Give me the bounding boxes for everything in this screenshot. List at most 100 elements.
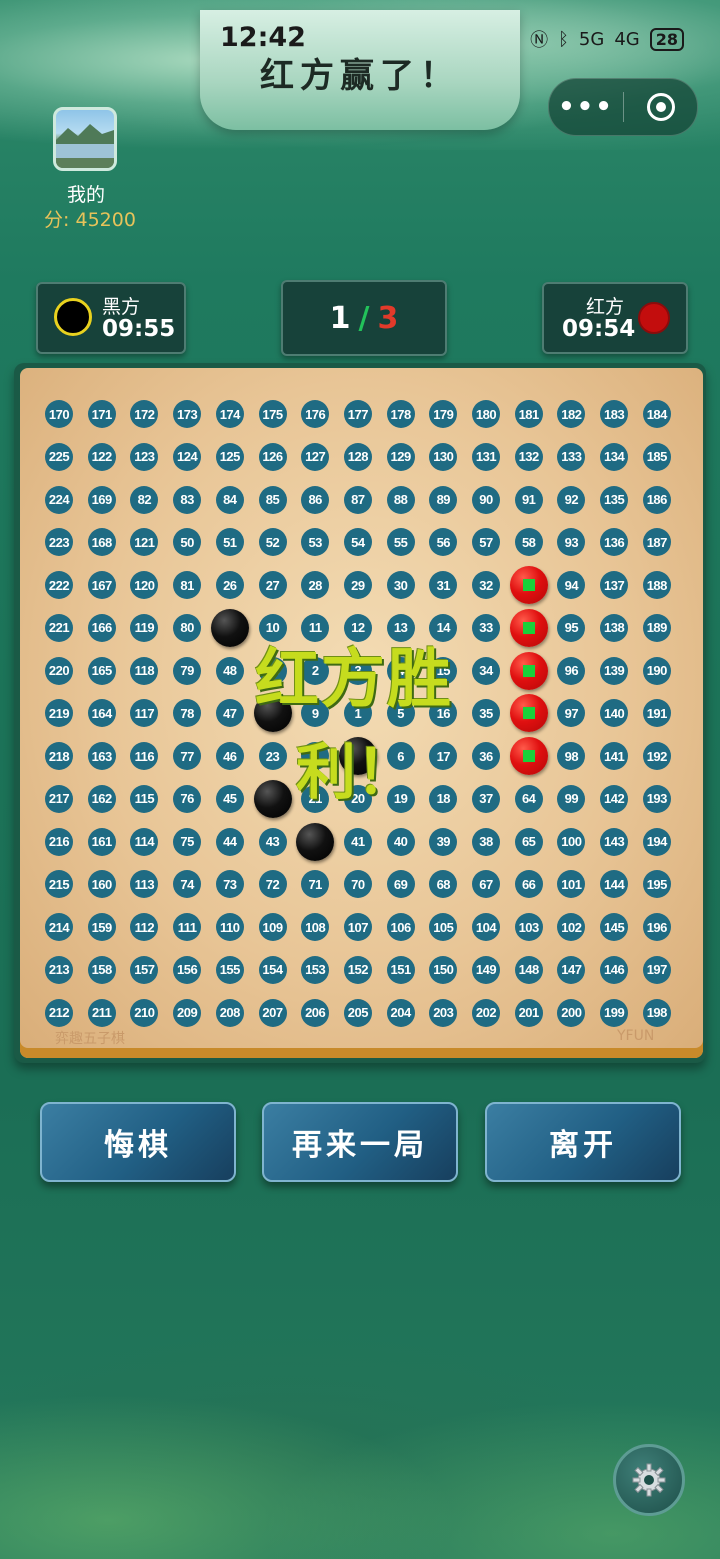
board-intersection[interactable]: 218 (45, 742, 73, 770)
board-intersection[interactable]: 169 (87, 485, 116, 514)
board-intersection[interactable]: 222 (45, 571, 73, 599)
board-intersection[interactable]: 33 (472, 613, 500, 642)
board-intersection[interactable]: 54 (343, 528, 372, 557)
board-intersection[interactable]: 114 (130, 827, 159, 856)
board-intersection[interactable]: 167 (87, 571, 116, 599)
board-intersection[interactable]: 43 (258, 827, 287, 856)
board-intersection[interactable]: 30 (386, 571, 415, 599)
board-intersection[interactable]: 211 (87, 998, 116, 1027)
board-intersection[interactable]: 29 (343, 571, 372, 599)
board-intersection[interactable]: 77 (173, 742, 202, 770)
board-intersection[interactable]: 37 (472, 784, 500, 813)
board-intersection[interactable]: 195 (642, 870, 671, 899)
board-intersection[interactable]: 99 (557, 784, 586, 813)
board-intersection[interactable]: 106 (386, 913, 415, 941)
board-intersection[interactable]: 55 (386, 528, 415, 557)
board-intersection[interactable]: 36 (472, 742, 500, 770)
board-intersection[interactable]: 189 (642, 613, 671, 642)
board-intersection[interactable]: 48 (215, 656, 244, 685)
board-intersection[interactable]: 115 (130, 784, 159, 813)
board-intersection[interactable]: 88 (386, 485, 415, 514)
board-intersection[interactable]: 174 (215, 400, 244, 428)
board-intersection[interactable]: 153 (301, 955, 330, 984)
board-intersection[interactable]: 45 (215, 784, 244, 813)
board-intersection[interactable]: 27 (258, 571, 287, 599)
board-intersection[interactable]: 40 (386, 827, 415, 856)
board-intersection[interactable]: 82 (130, 485, 159, 514)
board-intersection[interactable]: 224 (45, 485, 73, 514)
board-intersection[interactable]: 38 (472, 827, 500, 856)
board-intersection[interactable]: 213 (45, 955, 73, 984)
board-intersection[interactable]: 197 (642, 955, 671, 984)
board-intersection[interactable]: 142 (600, 784, 629, 813)
board-intersection[interactable]: 147 (557, 955, 586, 984)
board-intersection[interactable]: 92 (557, 485, 586, 514)
board-intersection[interactable]: 44 (215, 827, 244, 856)
board-intersection[interactable]: 160 (87, 870, 116, 899)
board-intersection[interactable]: 18 (429, 784, 458, 813)
board-intersection[interactable]: 176 (301, 400, 330, 428)
board-intersection[interactable]: 225 (45, 442, 73, 471)
avatar[interactable] (53, 107, 117, 171)
board-intersection[interactable]: 91 (514, 485, 543, 514)
board-intersection[interactable]: 135 (600, 485, 629, 514)
board-intersection[interactable]: 125 (215, 442, 244, 471)
board-intersection[interactable]: 69 (386, 870, 415, 899)
board-intersection[interactable]: 221 (45, 613, 73, 642)
board-intersection[interactable]: 127 (301, 442, 330, 471)
board-intersection[interactable]: 156 (173, 955, 202, 984)
board-intersection[interactable]: 111 (173, 913, 202, 941)
board-intersection[interactable]: 75 (173, 827, 202, 856)
board-intersection[interactable]: 185 (642, 442, 671, 471)
board-intersection[interactable]: 216 (45, 827, 73, 856)
board-intersection[interactable]: 158 (87, 955, 116, 984)
board-intersection[interactable]: 170 (45, 400, 73, 428)
board-intersection[interactable]: 87 (343, 485, 372, 514)
board-intersection[interactable]: 161 (87, 827, 116, 856)
board-intersection[interactable]: 200 (557, 998, 586, 1027)
board-intersection[interactable]: 76 (173, 784, 202, 813)
board-intersection[interactable]: 168 (87, 528, 116, 557)
board-intersection[interactable]: 73 (215, 870, 244, 899)
board-intersection[interactable]: 157 (130, 955, 159, 984)
board-intersection[interactable]: 65 (514, 827, 543, 856)
board-intersection[interactable]: 152 (343, 955, 372, 984)
board-intersection[interactable]: 81 (173, 571, 202, 599)
board-intersection[interactable]: 70 (343, 870, 372, 899)
board-intersection[interactable]: 32 (472, 571, 500, 599)
board-intersection[interactable]: 206 (301, 998, 330, 1027)
board-intersection[interactable]: 184 (642, 400, 671, 428)
board-intersection[interactable]: 138 (600, 613, 629, 642)
board-intersection[interactable]: 146 (600, 955, 629, 984)
board-intersection[interactable]: 204 (386, 998, 415, 1027)
board-intersection[interactable]: 126 (258, 442, 287, 471)
board-intersection[interactable]: 132 (514, 442, 543, 471)
board-intersection[interactable]: 129 (386, 442, 415, 471)
board-intersection[interactable]: 130 (429, 442, 458, 471)
board-intersection[interactable]: 198 (642, 998, 671, 1027)
board-intersection[interactable]: 171 (87, 400, 116, 428)
board-intersection[interactable]: 134 (600, 442, 629, 471)
board-intersection[interactable]: 190 (642, 656, 671, 685)
board-intersection[interactable]: 90 (472, 485, 500, 514)
board-intersection[interactable]: 145 (600, 913, 629, 941)
board-intersection[interactable]: 122 (87, 442, 116, 471)
more-dots-icon[interactable]: ••• (549, 92, 623, 122)
settings-button[interactable] (613, 1444, 685, 1516)
board-intersection[interactable]: 109 (258, 913, 287, 941)
board-intersection[interactable]: 188 (642, 571, 671, 599)
board-intersection[interactable]: 85 (258, 485, 287, 514)
board-intersection[interactable]: 220 (45, 656, 73, 685)
board-intersection[interactable]: 177 (343, 400, 372, 428)
board-intersection[interactable]: 183 (600, 400, 629, 428)
board-intersection[interactable]: 151 (386, 955, 415, 984)
board-intersection[interactable]: 205 (343, 998, 372, 1027)
board-intersection[interactable]: 137 (600, 571, 629, 599)
board-intersection[interactable]: 34 (472, 656, 500, 685)
board-intersection[interactable]: 83 (173, 485, 202, 514)
board-intersection[interactable]: 64 (514, 784, 543, 813)
board-intersection[interactable]: 143 (600, 827, 629, 856)
leave-button[interactable]: 离开 (485, 1102, 681, 1182)
board-intersection[interactable]: 209 (173, 998, 202, 1027)
board-intersection[interactable]: 108 (301, 913, 330, 941)
